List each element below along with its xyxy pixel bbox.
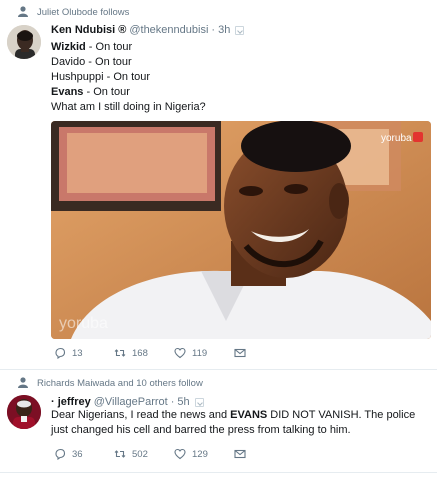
separator-dot: · — [211, 24, 216, 36]
like-count: 119 — [192, 347, 208, 359]
like-button[interactable]: 129 — [174, 448, 234, 460]
reply-icon — [55, 347, 66, 359]
like-count: 129 — [192, 448, 208, 460]
tweet-line: What am I still doing in Nigeria? — [51, 101, 206, 113]
display-name[interactable]: · jeffrey — [51, 396, 91, 408]
tweet-line: Davido - On tour — [51, 56, 132, 68]
retweet-count: 168 — [132, 347, 148, 359]
tweet-line: Evans - On tour — [51, 86, 130, 98]
social-context-text[interactable]: Juliet Olubode follows — [37, 7, 129, 18]
tweet-line: Wizkid - On tour — [51, 41, 133, 53]
tweet[interactable]: Richards Maiwada and 10 others follow · … — [0, 370, 437, 473]
avatar[interactable] — [7, 395, 41, 429]
retweet-count: 502 — [132, 448, 148, 460]
avatar[interactable] — [7, 25, 41, 59]
retweet-icon — [114, 349, 126, 357]
social-context: Richards Maiwada and 10 others follow — [18, 377, 203, 389]
tweet-header: Ken Ndubisi ® @thekenndubisi · 3h — [51, 24, 245, 36]
reply-icon — [55, 448, 66, 460]
caret-down-icon[interactable] — [194, 397, 204, 407]
retweet-button[interactable]: 168 — [114, 347, 174, 359]
tweet[interactable]: Juliet Olubode follows Ken Ndubisi ® @th… — [0, 0, 437, 370]
message-button[interactable] — [234, 347, 254, 359]
tweet-text: Dear Nigerians, I read the news and EVAN… — [51, 409, 416, 436]
timestamp[interactable]: 3h — [218, 24, 230, 36]
tweet-header: · jeffrey @VillageParrot · 5h — [51, 396, 204, 408]
reply-button[interactable]: 13 — [54, 347, 114, 359]
timestamp[interactable]: 5h — [177, 396, 189, 408]
caret-down-icon[interactable] — [235, 25, 245, 35]
tweet-line: Hushpuppi - On tour — [51, 71, 151, 83]
separator-dot: · — [170, 396, 175, 408]
message-icon — [234, 449, 246, 459]
like-icon — [174, 448, 186, 460]
watermark-bottom: yoruba — [59, 315, 108, 332]
user-handle[interactable]: @thekenndubisi — [129, 24, 208, 36]
user-handle[interactable]: @VillageParrot — [94, 396, 168, 408]
person-icon — [18, 6, 28, 17]
display-name[interactable]: Ken Ndubisi ® — [51, 24, 126, 36]
watermark-top: yoruba — [381, 133, 412, 144]
reply-button[interactable]: 36 — [54, 448, 114, 460]
tweet-photo[interactable]: yoruba yoruba — [51, 121, 431, 339]
social-context: Juliet Olubode follows — [18, 6, 129, 18]
like-button[interactable]: 119 — [174, 347, 234, 359]
tweet-text: Wizkid - On tour Davido - On tour Hushpu… — [51, 40, 206, 115]
like-icon — [174, 347, 186, 359]
retweet-button[interactable]: 502 — [114, 448, 174, 460]
person-icon — [18, 377, 28, 388]
tweet-actions: 36 502 129 — [54, 448, 254, 460]
retweet-icon — [114, 450, 126, 458]
tweet-actions: 13 168 119 — [54, 347, 254, 359]
reply-count: 13 — [72, 347, 83, 359]
reply-count: 36 — [72, 448, 83, 460]
message-icon — [234, 348, 246, 358]
message-button[interactable] — [234, 448, 254, 460]
social-context-text[interactable]: Richards Maiwada and 10 others follow — [37, 378, 203, 389]
